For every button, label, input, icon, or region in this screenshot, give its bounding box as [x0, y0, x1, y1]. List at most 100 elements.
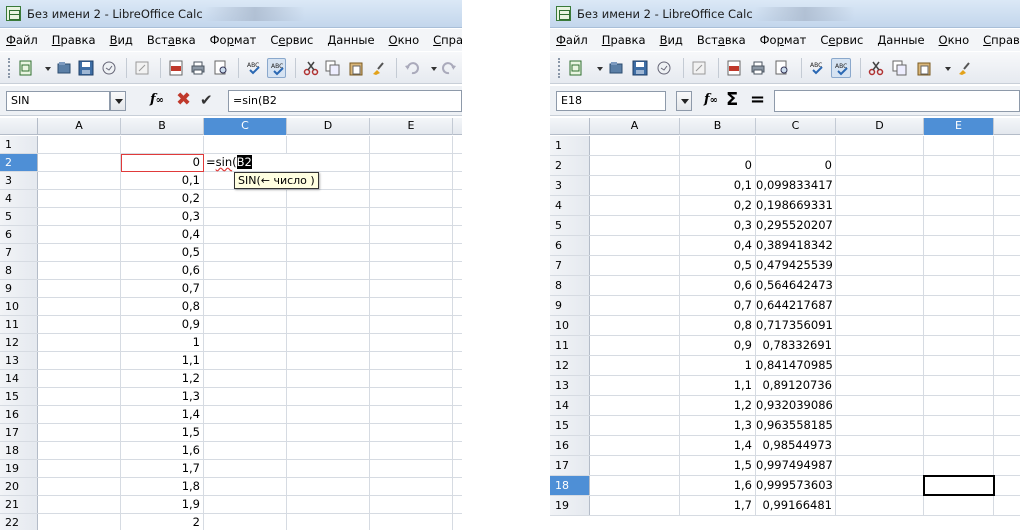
row-header[interactable]: 14 [0, 370, 38, 387]
row-header[interactable]: 3 [550, 176, 590, 195]
cell-a[interactable] [38, 352, 121, 369]
cell-e[interactable] [370, 244, 453, 261]
cell-c[interactable]: 0,198669331 [756, 196, 836, 215]
cell-d[interactable] [836, 436, 924, 455]
cell-c[interactable] [756, 136, 836, 155]
select-all-corner[interactable] [550, 118, 590, 135]
drop-icon[interactable] [38, 58, 52, 78]
spell-icon[interactable]: ABC [244, 58, 263, 78]
cell-c[interactable] [204, 208, 287, 225]
cell-a[interactable] [590, 416, 680, 435]
cell-b[interactable]: 0,5 [680, 256, 756, 275]
row-header[interactable]: 5 [550, 216, 590, 235]
menu-item[interactable]: Вид [660, 33, 683, 47]
cell-b[interactable]: 0,1 [121, 172, 204, 189]
cell-a[interactable] [38, 244, 121, 261]
cell-d[interactable] [836, 356, 924, 375]
cell-b[interactable]: 0 [121, 154, 204, 171]
pdf-icon[interactable] [724, 58, 744, 78]
name-box[interactable]: E18 [556, 91, 666, 111]
menu-item[interactable]: Окно [389, 33, 420, 47]
cell-b[interactable]: 0,9 [680, 336, 756, 355]
cell-b[interactable]: 1 [121, 334, 204, 351]
cell-a[interactable] [590, 276, 680, 295]
cell-a[interactable] [590, 436, 680, 455]
cell-a[interactable] [38, 388, 121, 405]
cell-d[interactable] [287, 352, 370, 369]
row-header[interactable]: 16 [0, 406, 38, 423]
column-header-c[interactable]: C [204, 118, 287, 135]
cell-b[interactable]: 0,1 [680, 176, 756, 195]
cell-a[interactable] [38, 190, 121, 207]
column-header-b[interactable]: B [121, 118, 204, 135]
cell-b[interactable]: 0,7 [680, 296, 756, 315]
menu-item[interactable]: Вид [110, 33, 133, 47]
cell-c[interactable]: 0,564642473 [756, 276, 836, 295]
menu-item[interactable]: Файл [556, 33, 588, 47]
row-header[interactable]: 11 [550, 336, 590, 355]
cell-d[interactable] [287, 388, 370, 405]
spreadsheet-grid[interactable]: A B C D E 1 2 0 0 3 0,1 0,099833417 4 0,2 0,198669331 5… [550, 118, 1020, 530]
cell-d[interactable] [287, 208, 370, 225]
cell-d[interactable] [287, 262, 370, 279]
cell-a[interactable] [38, 460, 121, 477]
menu-item[interactable]: Данные [877, 33, 924, 47]
pdf-icon[interactable] [166, 58, 185, 78]
cell-b[interactable]: 1,5 [680, 456, 756, 475]
cell-d[interactable] [836, 156, 924, 175]
row-header[interactable]: 18 [550, 476, 590, 495]
cell-e[interactable] [370, 514, 453, 530]
print-icon[interactable] [748, 58, 768, 78]
cell-c[interactable]: 0,963558185 [756, 416, 836, 435]
cell-b[interactable]: 0,8 [121, 298, 204, 315]
row-header[interactable]: 6 [550, 236, 590, 255]
row-header[interactable]: 8 [0, 262, 38, 279]
cell-a[interactable] [590, 476, 680, 495]
cell-d[interactable] [836, 136, 924, 155]
cell-c[interactable]: 0,644217687 [756, 296, 836, 315]
print-icon[interactable] [188, 58, 207, 78]
cell-a[interactable] [38, 280, 121, 297]
cell-d[interactable] [287, 460, 370, 477]
cell-b[interactable]: 1,3 [680, 416, 756, 435]
column-header-e[interactable]: E [370, 118, 453, 135]
spreadsheet-grid[interactable]: A B C D E 1 2 0 3 0,1 4 0,2 5 0,3 6 0,4 7 0,5 8 0,6 9 0,7 10 0,… [0, 118, 462, 530]
preview-icon[interactable] [211, 58, 230, 78]
cell-e[interactable] [370, 496, 453, 513]
spell-icon[interactable]: ABC [831, 57, 851, 78]
cell-c[interactable] [204, 136, 287, 153]
cell-e[interactable] [924, 316, 994, 335]
cell-b[interactable]: 1,4 [121, 406, 204, 423]
cell-d[interactable] [287, 280, 370, 297]
new-icon[interactable] [566, 58, 586, 78]
cell-b[interactable] [121, 136, 204, 153]
cell-e[interactable] [924, 356, 994, 375]
cell-d[interactable] [287, 370, 370, 387]
copy-icon[interactable] [323, 58, 342, 78]
cell-a[interactable] [590, 196, 680, 215]
cell-c[interactable]: 0,932039086 [756, 396, 836, 415]
cell-e[interactable] [370, 154, 453, 171]
cell-d[interactable] [836, 216, 924, 235]
redo-icon[interactable] [439, 58, 458, 78]
menu-item[interactable]: Правка [52, 33, 96, 47]
cell-d[interactable] [287, 226, 370, 243]
cell-e[interactable] [370, 208, 453, 225]
cell-a[interactable] [590, 316, 680, 335]
cell-b[interactable]: 1,4 [680, 436, 756, 455]
cell-a[interactable] [38, 442, 121, 459]
name-box[interactable]: SIN [6, 91, 110, 111]
cell-e[interactable] [370, 460, 453, 477]
row-header[interactable]: 11 [0, 316, 38, 333]
drop-icon[interactable] [424, 58, 438, 78]
save-icon[interactable] [630, 58, 650, 78]
open-icon[interactable] [54, 58, 73, 78]
spell-icon[interactable]: ABC [807, 58, 827, 78]
drop-icon[interactable] [938, 58, 951, 78]
cell-b[interactable]: 0,7 [121, 280, 204, 297]
cell-c[interactable] [204, 370, 287, 387]
cell-a[interactable] [590, 136, 680, 155]
select-all-corner[interactable] [0, 118, 38, 135]
cell-b[interactable]: 0,6 [121, 262, 204, 279]
cell-e[interactable] [924, 196, 994, 215]
